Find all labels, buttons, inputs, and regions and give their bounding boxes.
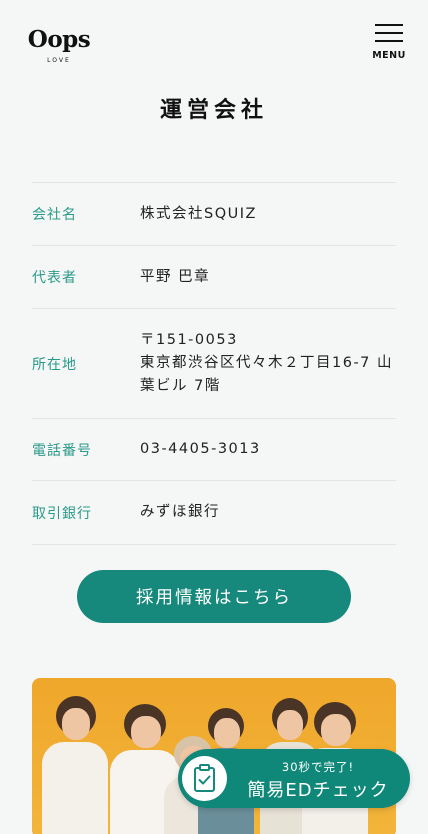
ed-check-banner[interactable]: 30秒で完了! 簡易EDチェック: [178, 749, 410, 808]
site-header: Oops LOVE MENU: [0, 0, 428, 80]
logo-tagline: LOVE: [47, 57, 71, 64]
info-row-address: 所在地 〒151-0053 東京都渋谷区代々木２丁目16-7 山 葉ビル 7階: [32, 309, 396, 419]
menu-label: MENU: [372, 50, 406, 61]
info-row-bank: 取引銀行 みずほ銀行: [32, 481, 396, 545]
info-label: 会社名: [32, 207, 77, 223]
address-line: 葉ビル 7階: [140, 378, 221, 394]
company-info-table: 会社名 株式会社SQUIZ 代表者 平野 巴章 所在地 〒151-0053 東京…: [32, 182, 396, 545]
info-value: 株式会社SQUIZ: [140, 205, 257, 222]
info-row-company-name: 会社名 株式会社SQUIZ: [32, 183, 396, 246]
info-label: 所在地: [32, 356, 77, 373]
info-label: 取引銀行: [32, 505, 92, 522]
info-value: 平野 巴章: [140, 268, 211, 285]
address-postal-code: 〒151-0053: [140, 332, 238, 348]
site-logo[interactable]: Oops LOVE: [25, 26, 93, 64]
info-label: 電話番号: [32, 442, 92, 459]
info-row-phone: 電話番号 03-4405-3013: [32, 419, 396, 481]
info-row-representative: 代表者 平野 巴章: [32, 246, 396, 309]
phone-number[interactable]: 03-4405-3013: [140, 438, 396, 461]
address-line: 東京都渋谷区代々木２丁目16-7 山: [140, 355, 394, 371]
logo-wordmark: Oops: [27, 26, 91, 53]
page-title: 運営会社: [159, 98, 268, 123]
menu-button[interactable]: MENU: [372, 22, 406, 64]
address-value: 〒151-0053 東京都渋谷区代々木２丁目16-7 山 葉ビル 7階: [140, 329, 396, 398]
info-label: 代表者: [32, 270, 77, 286]
ed-check-sub-label: 30秒で完了!: [281, 760, 355, 774]
clipboard-check-icon: [182, 756, 227, 801]
recruit-info-button[interactable]: 採用情報はこちら: [77, 570, 351, 623]
ed-check-main-label: 簡易EDチェック: [247, 780, 389, 801]
info-value: みずほ銀行: [140, 504, 220, 520]
